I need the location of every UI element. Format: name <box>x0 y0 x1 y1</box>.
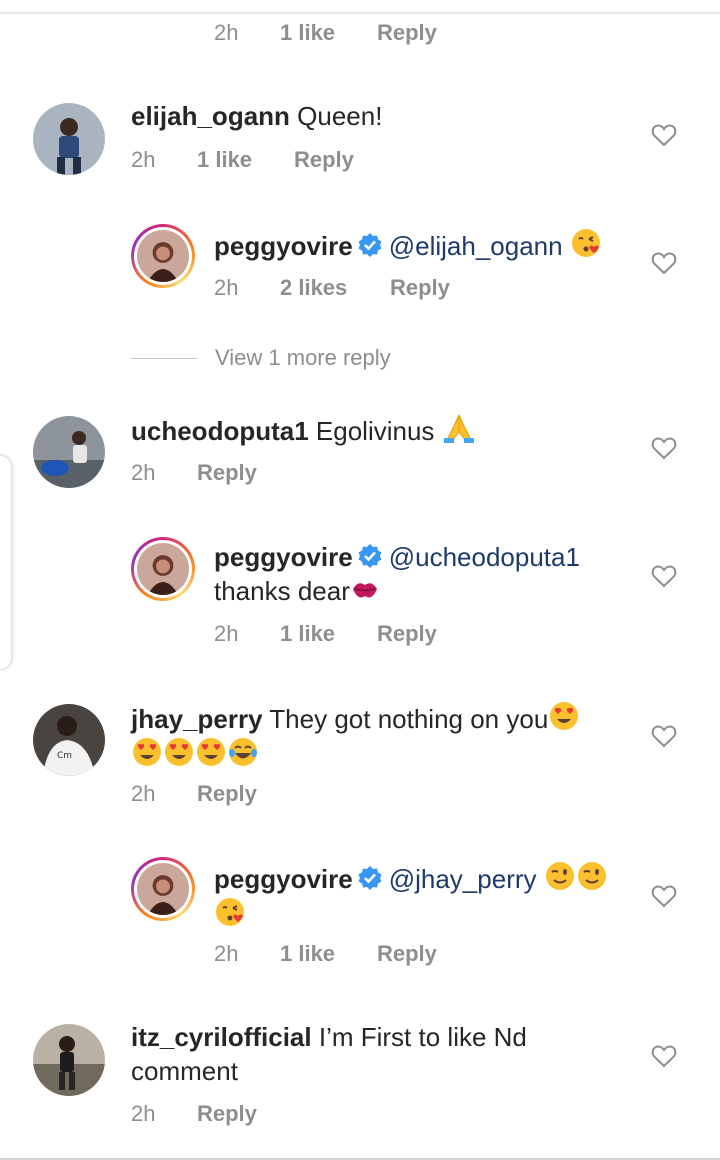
comment-username[interactable]: elijah_ogann <box>131 101 290 131</box>
like-count[interactable]: 1 like <box>280 621 377 647</box>
verified-badge-icon <box>358 233 382 257</box>
timestamp: 2h <box>131 781 156 806</box>
reply-text: peggyovire @ucheodoputa1 thanks dear <box>214 540 634 608</box>
reply-username[interactable]: peggyovire <box>214 542 353 572</box>
comment-username[interactable]: jhay_perry <box>131 704 263 734</box>
reply-meta: 2h 2 likes Reply <box>214 275 450 301</box>
like-count[interactable]: 1 like <box>280 20 377 46</box>
mention-link[interactable]: @jhay_perry <box>389 864 537 894</box>
tears-of-joy-icon <box>229 738 257 766</box>
divider <box>0 12 720 14</box>
reply-button[interactable]: Reply <box>197 1101 257 1127</box>
avatar[interactable] <box>131 537 195 601</box>
kissing-face-icon <box>216 898 244 926</box>
reply-button[interactable]: Reply <box>294 147 354 173</box>
kiss-mark-icon <box>352 583 377 598</box>
comment-meta: 2h Reply <box>131 781 257 807</box>
reply-button[interactable]: Reply <box>377 621 437 647</box>
reply-button[interactable]: Reply <box>390 275 450 301</box>
comment-meta: 2h Reply <box>131 460 257 486</box>
avatar[interactable] <box>33 1024 105 1096</box>
comment-text: elijah_ogann Queen! <box>131 99 382 133</box>
avatar[interactable] <box>131 857 195 921</box>
reply-meta: 2h 1 like Reply <box>214 621 437 647</box>
scroll-handle[interactable] <box>0 455 12 670</box>
reply-meta: 2h 1 like Reply <box>214 941 437 967</box>
heart-eyes-icon <box>197 738 225 766</box>
timestamp: 2h <box>131 147 156 172</box>
reply-text: peggyovire @jhay_perry <box>214 860 644 932</box>
kissing-face-icon <box>571 229 600 257</box>
avatar[interactable]: Cm <box>33 704 105 776</box>
comment-body: Queen! <box>297 101 383 131</box>
comment-meta: 2h Reply <box>131 1101 257 1127</box>
like-count[interactable]: 1 like <box>280 941 377 967</box>
reply-button[interactable]: Reply <box>377 20 437 46</box>
verified-badge-icon <box>358 544 382 568</box>
heart-outline-icon[interactable] <box>651 123 677 147</box>
comment-text: itz_cyrilofficial I’m First to like Nd c… <box>131 1020 611 1088</box>
reply-button[interactable]: Reply <box>197 781 257 807</box>
timestamp: 2h <box>214 275 239 300</box>
mention-link[interactable]: @ucheodoputa1 <box>389 542 580 572</box>
reply-button[interactable]: Reply <box>377 941 437 967</box>
timestamp: 2h <box>214 941 239 966</box>
like-count[interactable]: 2 likes <box>280 275 390 301</box>
folded-hands-icon <box>443 414 474 443</box>
timestamp: 2h <box>214 20 239 45</box>
timestamp: 2h <box>131 460 156 485</box>
heart-outline-icon[interactable] <box>651 1044 677 1068</box>
heart-eyes-icon <box>133 738 161 766</box>
svg-text:Cm: Cm <box>57 751 72 761</box>
reply-body: thanks dear <box>214 576 350 606</box>
heart-outline-icon[interactable] <box>651 251 677 275</box>
view-more-label[interactable]: View 1 more reply <box>215 345 391 371</box>
reply-username[interactable]: peggyovire <box>214 231 353 261</box>
heart-outline-icon[interactable] <box>651 724 677 748</box>
heart-outline-icon[interactable] <box>651 884 677 908</box>
heart-eyes-icon <box>550 702 579 730</box>
like-count[interactable]: 1 like <box>197 147 294 173</box>
comment-meta: 2h 1 like Reply <box>214 20 437 46</box>
reply-text: peggyovire @elijah_ogann <box>214 227 602 263</box>
comment-body-line2: comment <box>131 1056 238 1086</box>
avatar[interactable] <box>33 103 105 175</box>
view-more-replies[interactable]: View 1 more reply <box>131 345 391 371</box>
divider <box>131 357 197 359</box>
timestamp: 2h <box>214 621 239 646</box>
timestamp: 2h <box>131 1101 156 1126</box>
avatar[interactable] <box>131 224 195 288</box>
comment-text: jhay_perry They got nothing on you <box>131 700 611 772</box>
verified-badge-icon <box>358 866 382 890</box>
reply-button[interactable]: Reply <box>197 460 257 486</box>
comment-username[interactable]: itz_cyrilofficial <box>131 1022 312 1052</box>
reply-username[interactable]: peggyovire <box>214 864 353 894</box>
heart-eyes-icon <box>165 738 193 766</box>
avatar[interactable] <box>33 416 105 488</box>
heart-outline-icon[interactable] <box>651 564 677 588</box>
comment-text: ucheodoputa1 Egolivinus <box>131 412 476 448</box>
heart-outline-icon[interactable] <box>651 436 677 460</box>
winking-face-icon <box>545 862 574 890</box>
comment-meta: 2h 1 like Reply <box>131 147 354 173</box>
comment-username[interactable]: ucheodoputa1 <box>131 416 309 446</box>
comment-body: Egolivinus <box>315 416 435 446</box>
comment-body: I’m First to like Nd <box>318 1022 527 1052</box>
mention-link[interactable]: @elijah_ogann <box>389 231 563 261</box>
winking-face-icon <box>577 862 606 890</box>
comment-body: They got nothing on you <box>269 704 549 734</box>
